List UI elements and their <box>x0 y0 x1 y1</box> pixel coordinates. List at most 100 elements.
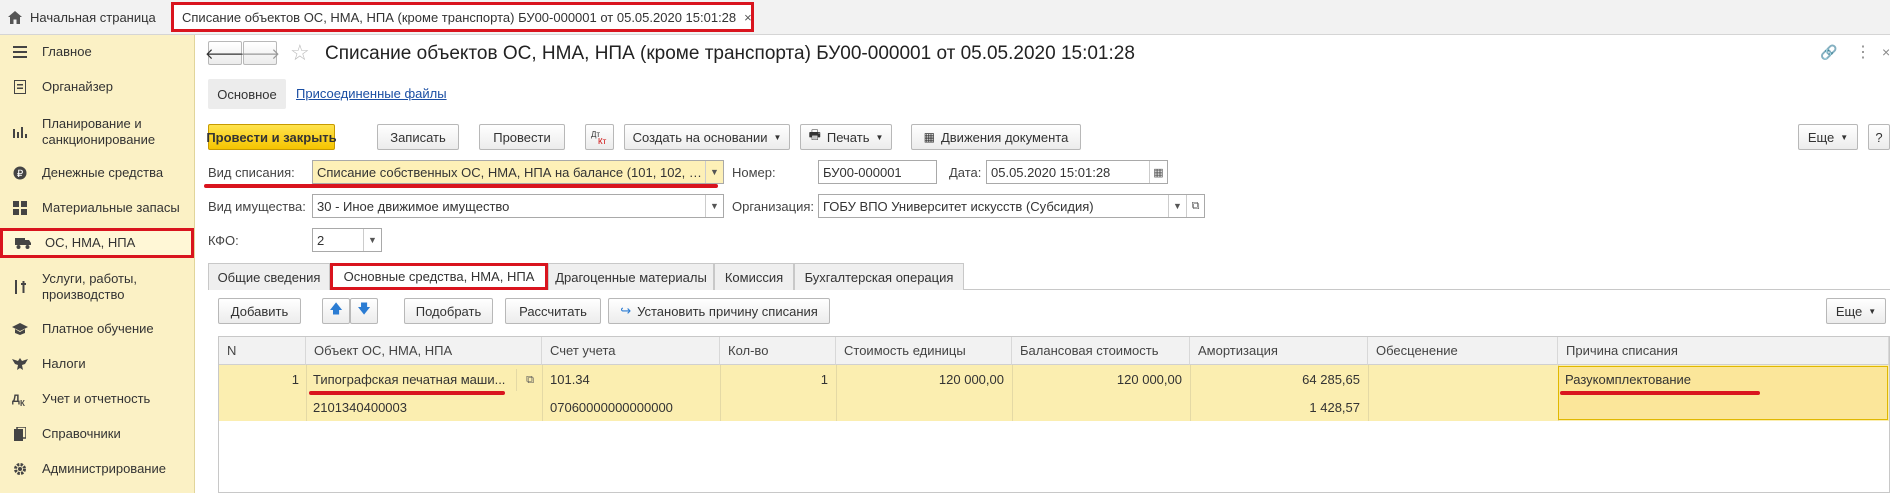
sidebar-item-money[interactable]: ₽ Денежные средства <box>0 163 194 183</box>
column-header-reason[interactable]: Причина списания <box>1558 337 1889 365</box>
highlight-underline <box>309 391 505 395</box>
sidebar-item-fixed-assets[interactable]: ОС, НМА, НПА <box>0 228 194 258</box>
cell-unit-cost[interactable]: 120 000,00 <box>836 370 1004 390</box>
svg-text:Кт: Кт <box>598 137 607 145</box>
calculate-button[interactable]: Рассчитать <box>505 298 601 324</box>
dt-kt-icon: ДтКт <box>591 130 607 145</box>
column-header-object[interactable]: Объект ОС, НМА, НПА <box>306 337 542 365</box>
kfo-field[interactable]: 2 ▼ <box>312 228 382 252</box>
cell-balance-cost[interactable]: 120 000,00 <box>1012 370 1182 390</box>
sidebar-item-admin[interactable]: Администрирование <box>0 459 194 479</box>
move-down-button[interactable]: 🡇 <box>350 298 378 324</box>
document-movements-button[interactable]: ▦ Движения документа <box>911 124 1081 150</box>
subnav-attached-files[interactable]: Присоединенные файлы <box>296 86 447 101</box>
truck-icon <box>15 235 31 251</box>
post-and-close-button[interactable]: Провести и закрыть <box>206 124 337 150</box>
sidebar-item-label: Администрирование <box>42 461 166 476</box>
home-tab[interactable]: Начальная страница <box>0 0 156 34</box>
cell-n[interactable]: 1 <box>219 370 299 390</box>
table-more-label: Еще <box>1835 303 1863 319</box>
highlight-underline <box>1560 391 1760 395</box>
help-button[interactable]: ? <box>1868 124 1890 150</box>
close-icon[interactable]: × <box>744 10 752 25</box>
column-header-amortization[interactable]: Амортизация <box>1190 337 1368 365</box>
kfo-label: КФО: <box>208 233 239 248</box>
pick-button[interactable]: Подобрать <box>404 298 493 324</box>
home-icon <box>8 10 22 24</box>
print-button[interactable]: 🖶 Печать ▼ <box>800 124 892 150</box>
table-more-button[interactable]: Еще ▼ <box>1826 298 1886 324</box>
open-icon[interactable]: ⧉ <box>1186 195 1204 217</box>
cell-account-sub[interactable]: 07060000000000000 <box>550 398 673 418</box>
property-type-value: 30 - Иное движимое имущество <box>317 198 510 214</box>
cell-object[interactable]: Типографская печатная маши... <box>313 370 508 390</box>
svg-text:Д: Д <box>12 393 20 405</box>
number-field[interactable]: БУ00-000001 <box>818 160 937 184</box>
back-button[interactable]: 🡐 <box>205 41 245 65</box>
cell-amortization[interactable]: 64 285,65 <box>1190 370 1360 390</box>
tab-general[interactable]: Общие сведения <box>208 263 330 290</box>
sidebar-item-services[interactable]: Услуги, работы, производство <box>0 269 194 305</box>
move-up-button[interactable]: 🡅 <box>322 298 350 324</box>
link-icon[interactable]: 🔗 <box>1820 44 1837 61</box>
print-label: Печать <box>826 129 870 145</box>
column-header-n[interactable]: N <box>219 337 306 365</box>
sidebar-item-organizer[interactable]: Органайзер <box>0 77 194 97</box>
sidebar-item-label: Услуги, работы, производство <box>42 271 137 302</box>
subnav-main[interactable]: Основное <box>208 79 286 109</box>
date-field[interactable]: 05.05.2020 15:01:28 ▦ <box>986 160 1168 184</box>
forward-button[interactable]: 🡒 <box>240 41 280 65</box>
menu-icon <box>12 44 28 60</box>
gear-icon <box>12 461 28 477</box>
close-icon[interactable]: × <box>1882 44 1890 60</box>
sidebar-item-reference[interactable]: Справочники <box>0 424 194 444</box>
cell-object-code[interactable]: 2101340400003 <box>313 398 407 418</box>
column-header-qty[interactable]: Кол-во <box>720 337 836 365</box>
chevron-down-icon[interactable]: ▼ <box>1168 195 1186 217</box>
more-button[interactable]: Еще ▼ <box>1798 124 1858 150</box>
redo-arrow-icon: ↪ <box>620 303 632 318</box>
tab-commission[interactable]: Комиссия <box>714 263 794 290</box>
post-button[interactable]: Провести <box>479 124 565 150</box>
open-icon: ⧉ <box>526 373 534 386</box>
add-row-button[interactable]: Добавить <box>218 298 301 324</box>
sidebar-item-stock[interactable]: Материальные запасы <box>0 198 194 218</box>
more-vert-icon[interactable]: ⋮ <box>1855 42 1871 62</box>
chevron-down-icon: ▼ <box>1868 306 1877 316</box>
arrow-up-icon: 🡅 <box>329 301 343 316</box>
sidebar-item-label: Планирование и санкционирование <box>42 116 156 147</box>
save-button[interactable]: Записать <box>377 124 459 150</box>
property-type-field[interactable]: 30 - Иное движимое имущество ▼ <box>312 194 724 218</box>
document-tab[interactable]: Списание объектов ОС, НМА, НПА (кроме тр… <box>171 2 754 32</box>
cell-amortization-sub[interactable]: 1 428,57 <box>1190 398 1360 418</box>
sidebar-item-planning[interactable]: Планирование и санкционирование <box>0 114 194 150</box>
write-off-type-label: Вид списания: <box>208 165 295 180</box>
more-label: Еще <box>1807 129 1835 145</box>
column-header-unit-cost[interactable]: Стоимость единицы <box>836 337 1012 365</box>
sidebar-item-accounting[interactable]: ДК Учет и отчетность <box>0 389 194 409</box>
column-header-account[interactable]: Счет учета <box>542 337 720 365</box>
star-icon[interactable]: ☆ <box>290 40 310 66</box>
tab-fixed-assets[interactable]: Основные средства, НМА, НПА <box>330 263 548 290</box>
tab-accounting-operation[interactable]: Бухгалтерская операция <box>794 263 964 290</box>
write-off-type-field[interactable]: Списание собственных ОС, НМА, НПА на бал… <box>312 160 724 184</box>
set-reason-button[interactable]: ↪ Установить причину списания <box>608 298 830 324</box>
open-object-button[interactable]: ⧉ <box>516 369 543 391</box>
sidebar-item-main[interactable]: Главное <box>0 42 194 62</box>
tab-precious-materials[interactable]: Драгоценные материалы <box>548 263 714 290</box>
column-header-balance-cost[interactable]: Балансовая стоимость <box>1012 337 1190 365</box>
chevron-down-icon[interactable]: ▼ <box>705 195 723 217</box>
chevron-down-icon[interactable]: ▼ <box>705 161 723 183</box>
organization-field[interactable]: ГОБУ ВПО Университет искусств (Субсидия)… <box>818 194 1205 218</box>
cell-qty[interactable]: 1 <box>720 370 828 390</box>
calendar-icon[interactable]: ▦ <box>1149 161 1167 183</box>
cell-account[interactable]: 101.34 <box>550 370 590 390</box>
dt-kt-button[interactable]: Дт Кт <box>585 124 614 150</box>
date-label: Дата: <box>949 165 982 180</box>
sidebar-item-taxes[interactable]: Налоги <box>0 354 194 374</box>
create-based-on-button[interactable]: Создать на основании ▼ <box>624 124 790 150</box>
sidebar-item-education[interactable]: Платное обучение <box>0 319 194 339</box>
column-header-impairment[interactable]: Обесценение <box>1368 337 1558 365</box>
cell-reason[interactable]: Разукомплектование <box>1565 370 1691 390</box>
chevron-down-icon[interactable]: ▼ <box>363 229 381 251</box>
